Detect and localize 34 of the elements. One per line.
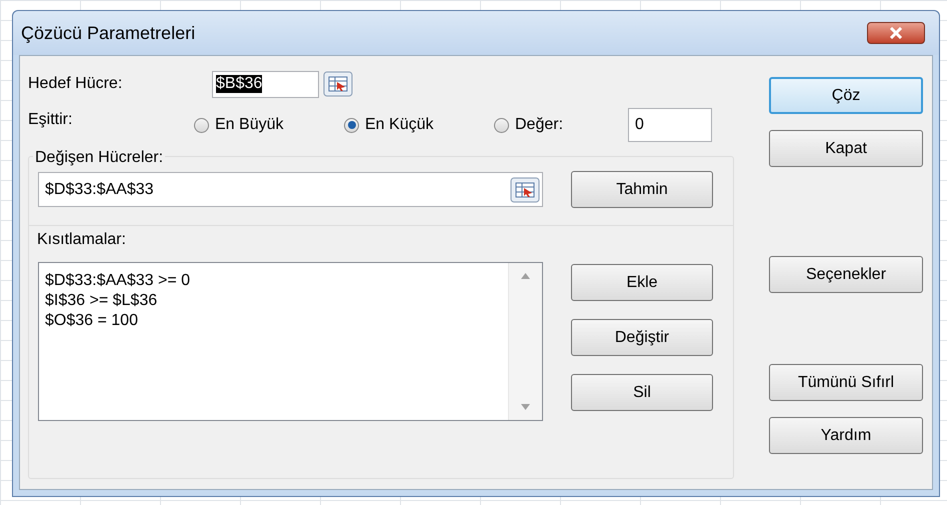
range-select-icon[interactable] <box>323 71 353 97</box>
constraint-item[interactable]: $I$36 >= $L$36 <box>45 291 502 311</box>
changing-cells-field[interactable]: $D$33:$AA$33 <box>38 172 543 207</box>
range-select-icon[interactable] <box>510 176 540 202</box>
radio-button[interactable] <box>344 118 359 132</box>
target-cell-label: Hedef Hücre: <box>28 74 124 94</box>
constraint-button[interactable]: Değiştir <box>571 319 713 356</box>
close-icon <box>889 27 903 39</box>
dialog-button[interactable]: Yardım <box>769 417 923 454</box>
constraint-button[interactable]: Sil <box>571 374 713 411</box>
changing-cells-value: $D$33:$AA$33 <box>45 180 154 200</box>
radio-label: En Küçük <box>365 115 434 135</box>
dialog-button[interactable]: Çöz <box>769 77 923 114</box>
radio-label: En Büyük <box>215 115 284 135</box>
scroll-down-icon[interactable] <box>521 404 530 410</box>
guess-button[interactable]: Tahmin <box>571 171 713 208</box>
equals-label: Eşittir: <box>28 110 74 130</box>
dialog-button[interactable]: Tümünü Sıfırl <box>769 364 923 401</box>
scrollbar[interactable] <box>508 263 542 420</box>
dialog-button[interactable]: Kapat <box>769 130 923 167</box>
constraints-label: Kısıtlamalar: <box>37 230 127 250</box>
constraints-list[interactable]: $D$33:$AA$33 >= 0 $I$36 >= $L$36 $O$36 = 100 <box>38 262 543 421</box>
scroll-up-icon[interactable] <box>521 273 530 279</box>
constraint-item[interactable]: $O$36 = 100 <box>45 311 502 331</box>
window-title: Çözücü Parametreleri <box>21 22 196 45</box>
constraint-button[interactable]: Ekle <box>571 264 713 301</box>
radio-button[interactable] <box>494 118 509 132</box>
dialog-button[interactable]: Seçenekler <box>769 256 923 293</box>
target-cell-field[interactable]: $B$36 <box>212 70 319 98</box>
close-button[interactable] <box>867 22 925 44</box>
radio-button[interactable] <box>194 118 209 132</box>
value-field[interactable]: 0 <box>628 108 712 142</box>
radio-label: Değer: <box>515 115 564 135</box>
constraint-item[interactable]: $D$33:$AA$33 >= 0 <box>45 271 502 291</box>
